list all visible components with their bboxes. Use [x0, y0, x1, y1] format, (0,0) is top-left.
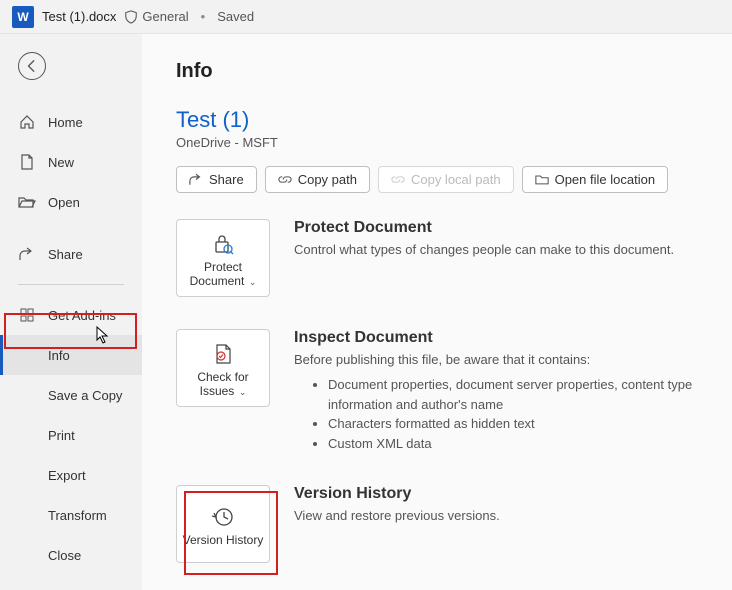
inspect-document-section: Check for Issues ⌄ Inspect Document Befo… — [176, 329, 732, 453]
open-location-label: Open file location — [555, 172, 655, 187]
shield-outline-icon — [124, 10, 138, 24]
nav-open-label: Open — [48, 195, 80, 210]
protect-desc: Control what types of changes people can… — [294, 241, 712, 259]
inspect-bullet: Document properties, document server pro… — [328, 375, 712, 414]
nav-info[interactable]: Info — [0, 335, 142, 375]
nav-share[interactable]: Share — [0, 234, 142, 274]
titlebar: W Test (1).docx General • Saved — [0, 0, 732, 34]
backstage-sidebar: Home New Open Share — [0, 34, 142, 590]
page-title: Info — [176, 60, 732, 83]
chevron-down-icon: ⌄ — [236, 387, 246, 397]
inspect-title: Inspect Document — [294, 329, 712, 347]
document-title: Test (1) — [176, 107, 732, 133]
nav-transform[interactable]: Transform — [0, 495, 142, 535]
nav-group-main: Home New Open — [0, 98, 142, 226]
nav-save-a-copy[interactable]: Save a Copy — [0, 375, 142, 415]
sensitivity-label[interactable]: General — [124, 9, 188, 24]
protect-card-label: Protect Document — [190, 260, 245, 288]
nav-print[interactable]: Print — [0, 415, 142, 455]
nav-info-label: Info — [48, 348, 70, 363]
home-icon — [18, 114, 36, 130]
info-pane: Info Test (1) OneDrive - MSFT Share Copy… — [142, 34, 732, 590]
back-button[interactable] — [18, 52, 46, 80]
protect-document-card[interactable]: Protect Document ⌄ — [176, 219, 270, 297]
copy-path-label: Copy path — [298, 172, 357, 187]
nav-home[interactable]: Home — [0, 102, 142, 142]
inspect-bullets: Document properties, document server pro… — [294, 375, 712, 453]
nav-print-label: Print — [48, 428, 75, 443]
arrow-left-icon — [25, 59, 39, 73]
nav-saveacopy-label: Save a Copy — [48, 388, 122, 403]
nav-home-label: Home — [48, 115, 83, 130]
nav-export-label: Export — [48, 468, 86, 483]
nav-export[interactable]: Export — [0, 455, 142, 495]
copy-local-path-button: Copy local path — [378, 166, 514, 193]
check-for-issues-card[interactable]: Check for Issues ⌄ — [176, 329, 270, 407]
nav-group-share: Share — [0, 230, 142, 278]
folder-open-icon — [18, 195, 36, 209]
copy-local-path-label: Copy local path — [411, 172, 501, 187]
word-app-icon: W — [12, 6, 34, 28]
link-icon — [278, 173, 292, 186]
doc-icon — [18, 154, 36, 170]
lock-icon — [209, 232, 237, 256]
sensitivity-text: General — [142, 9, 188, 24]
nav-addins-label: Get Add-ins — [48, 308, 116, 323]
share-button-label: Share — [209, 172, 244, 187]
version-history-card[interactable]: Version History — [176, 485, 270, 563]
folder-icon — [535, 173, 549, 186]
protect-document-section: Protect Document ⌄ Protect Document Cont… — [176, 219, 732, 297]
nav-share-label: Share — [48, 247, 83, 262]
share-icon — [18, 247, 36, 261]
inspect-bullet: Characters formatted as hidden text — [328, 414, 712, 434]
version-history-section: Version History Version History View and… — [176, 485, 732, 563]
version-history-label: Version History — [183, 533, 264, 547]
open-file-location-button[interactable]: Open file location — [522, 166, 668, 193]
nav-transform-label: Transform — [48, 508, 107, 523]
document-check-icon — [209, 342, 237, 366]
separator-dot: • — [201, 9, 206, 24]
doc-filename: Test (1).docx — [42, 9, 116, 24]
addins-grid-icon — [18, 308, 36, 322]
nav-get-addins[interactable]: Get Add-ins — [0, 295, 142, 335]
share-button[interactable]: Share — [176, 166, 257, 193]
version-title: Version History — [294, 485, 712, 503]
version-desc: View and restore previous versions. — [294, 507, 712, 525]
inspect-bullet: Custom XML data — [328, 434, 712, 454]
nav-close[interactable]: Close — [0, 535, 142, 575]
nav-group-file: Get Add-ins Info Save a Copy Print Expor… — [0, 291, 142, 579]
copy-path-button[interactable]: Copy path — [265, 166, 370, 193]
history-clock-icon — [209, 505, 237, 529]
link-icon-disabled — [391, 173, 405, 186]
info-action-row: Share Copy path Copy local path Open fil… — [176, 166, 732, 193]
nav-open[interactable]: Open — [0, 182, 142, 222]
save-status: Saved — [217, 9, 254, 24]
nav-divider — [18, 284, 124, 285]
chevron-down-icon: ⌄ — [246, 277, 256, 287]
share-arrow-icon — [189, 173, 203, 186]
nav-new-label: New — [48, 155, 74, 170]
nav-close-label: Close — [48, 548, 81, 563]
document-location: OneDrive - MSFT — [176, 135, 732, 150]
nav-new[interactable]: New — [0, 142, 142, 182]
protect-title: Protect Document — [294, 219, 712, 237]
inspect-desc: Before publishing this file, be aware th… — [294, 351, 712, 369]
